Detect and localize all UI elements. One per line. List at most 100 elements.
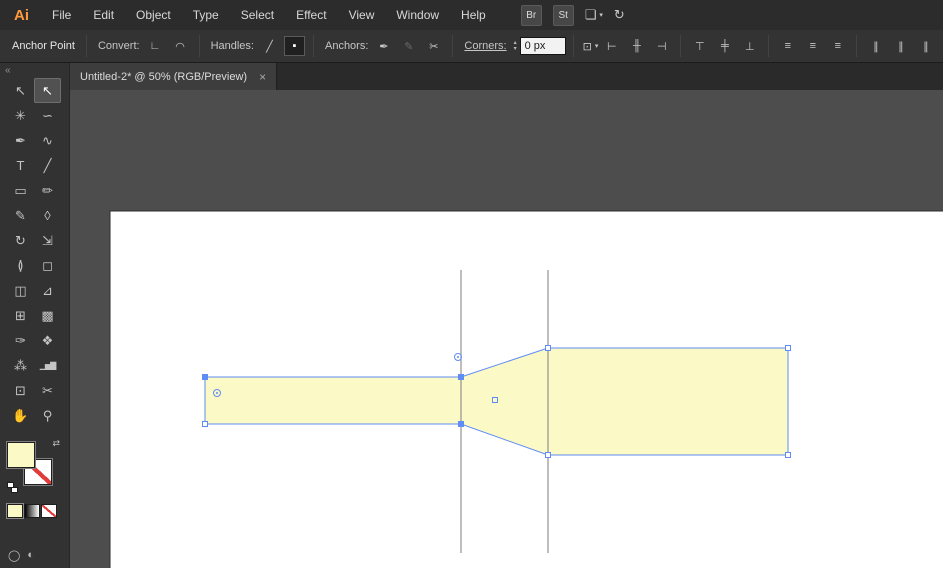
width-tool[interactable]: ≬	[7, 253, 34, 278]
anchor-point[interactable]	[545, 452, 551, 458]
convert-label: Convert:	[97, 40, 140, 52]
tools-grid: ↖ ↖ ✳ ∽ ✒ ∿ T ╱ ▭ ✏ ✎ ◊ ↻ ⇲ ≬ ◻ ◫ ⊿ ⊞ ▩ ✑ ❖ ⁂ ▁▅▇ ⊡ ✂ ✋ ⚲	[7, 78, 61, 428]
isolate-object-button[interactable]: ⊡ ▾	[582, 36, 600, 56]
anchors-label: Anchors:	[324, 40, 369, 52]
align-left-button[interactable]: ⊢	[601, 36, 622, 56]
pen-tool[interactable]: ✒	[7, 128, 34, 153]
close-icon[interactable]: ×	[259, 70, 266, 84]
menu-help[interactable]: Help	[450, 0, 497, 30]
magic-wand-tool[interactable]: ✳	[7, 103, 34, 128]
default-fill-stroke-icon[interactable]	[7, 482, 20, 494]
type-tool[interactable]: T	[7, 153, 34, 178]
align-top-button[interactable]: ⊤	[689, 36, 710, 56]
fill-swatch[interactable]	[7, 442, 35, 468]
workspace-switcher-button[interactable]: ❏ ▾	[585, 7, 603, 23]
align-right-button[interactable]: ⊣	[651, 36, 672, 56]
distribute-center-horizontal-button[interactable]: ∥	[890, 36, 911, 56]
perspective-grid-tool[interactable]: ⊿	[34, 278, 61, 303]
anchor-point[interactable]	[785, 452, 791, 458]
corners-stepper[interactable]: ▴ ▾	[514, 40, 517, 52]
menu-view[interactable]: View	[338, 0, 386, 30]
artboard-tool[interactable]: ⊡	[7, 378, 34, 403]
bridge-button[interactable]: Br	[520, 4, 542, 26]
distribute-center-vertical-button[interactable]: ≡	[802, 36, 823, 56]
rotate-tool[interactable]: ↻	[7, 228, 34, 253]
context-label: Anchor Point	[12, 40, 75, 52]
anchor-point[interactable]	[202, 374, 208, 380]
menu-object[interactable]: Object	[125, 0, 182, 30]
anchor-point[interactable]	[458, 374, 464, 380]
distribute-top-button[interactable]: ≡	[777, 36, 798, 56]
free-transform-tool[interactable]: ◻	[34, 253, 61, 278]
slice-tool[interactable]: ✂	[34, 378, 61, 403]
gradient-tool[interactable]: ▩	[34, 303, 61, 328]
curvature-tool[interactable]: ∿	[34, 128, 61, 153]
mesh-tool[interactable]: ⊞	[7, 303, 34, 328]
menu-file[interactable]: File	[41, 0, 82, 30]
separator	[572, 35, 574, 57]
anchor-point[interactable]	[458, 421, 464, 427]
remove-anchor-button[interactable]: ✒	[373, 36, 394, 56]
menu-select[interactable]: Select	[230, 0, 285, 30]
separator	[312, 35, 314, 57]
menu-bar: Ai File Edit Object Type Select Effect View Win…	[0, 0, 943, 30]
sync-icon[interactable]: ↻	[614, 7, 625, 23]
apply-color-buttons	[7, 504, 69, 518]
fill-stroke-control: ⇄	[7, 438, 61, 493]
distribute-right-button[interactable]: ∥	[915, 36, 936, 56]
blend-tool[interactable]: ❖	[34, 328, 61, 353]
canvas-area[interactable]	[70, 90, 943, 568]
anchor-point[interactable]	[785, 345, 791, 351]
anchor-point[interactable]	[202, 421, 208, 427]
hide-handles-button[interactable]: ▪	[283, 36, 305, 56]
align-center-horizontal-button[interactable]: ╫	[626, 36, 647, 56]
menu-type[interactable]: Type	[182, 0, 230, 30]
shaper-tool[interactable]: ✎	[7, 203, 34, 228]
selection-tool[interactable]: ↖	[7, 78, 34, 103]
apply-color-button[interactable]	[7, 504, 23, 518]
rectangle-tool[interactable]: ▭	[7, 178, 34, 203]
distribute-left-button[interactable]: ∥	[865, 36, 886, 56]
draw-normal-button[interactable]: ◯	[8, 549, 20, 562]
stock-button[interactable]: St	[552, 4, 574, 26]
corners-label[interactable]: Corners:	[464, 40, 506, 52]
swap-fill-stroke-icon[interactable]: ⇄	[52, 438, 60, 449]
align-group: ≡ ≡ ≡	[776, 36, 849, 56]
chevron-down-icon: ▾	[594, 43, 599, 50]
control-bar: Anchor Point Convert: ∟ ◠ Handles: ╱ ▪ Anc…	[0, 30, 943, 63]
separator	[198, 35, 200, 57]
column-graph-tool[interactable]: ▁▅▇	[34, 353, 61, 378]
convert-to-corner-button[interactable]: ∟	[145, 36, 166, 56]
eraser-tool[interactable]: ◊	[34, 203, 61, 228]
align-bottom-button[interactable]: ⊥	[739, 36, 760, 56]
direct-selection-tool[interactable]: ↖	[34, 78, 61, 103]
document-area: Untitled-2* @ 50% (RGB/Preview) ×	[70, 63, 943, 568]
menu-edit[interactable]: Edit	[82, 0, 125, 30]
line-segment-tool[interactable]: ╱	[34, 153, 61, 178]
zoom-tool[interactable]: ⚲	[34, 403, 61, 428]
screen-mode-button[interactable]: ◐	[27, 549, 34, 562]
separator	[768, 35, 770, 57]
menu-window[interactable]: Window	[385, 0, 450, 30]
cut-path-button[interactable]: ✂	[423, 36, 444, 56]
show-handles-button[interactable]: ╱	[259, 36, 280, 56]
connect-anchors-button[interactable]: ✎	[398, 36, 419, 56]
distribute-bottom-button[interactable]: ≡	[827, 36, 848, 56]
anchor-point[interactable]	[545, 345, 551, 351]
shape-builder-tool[interactable]: ◫	[7, 278, 34, 303]
scale-tool[interactable]: ⇲	[34, 228, 61, 253]
document-tab[interactable]: Untitled-2* @ 50% (RGB/Preview) ×	[70, 63, 278, 90]
paintbrush-tool[interactable]: ✏	[34, 178, 61, 203]
hand-tool[interactable]: ✋	[7, 403, 34, 428]
lasso-tool[interactable]: ∽	[34, 103, 61, 128]
stepper-down-icon[interactable]: ▾	[514, 46, 517, 52]
corners-input[interactable]	[519, 37, 566, 55]
apply-gradient-button[interactable]	[24, 504, 40, 518]
menu-effect[interactable]: Effect	[285, 0, 337, 30]
apply-none-button[interactable]	[41, 504, 57, 518]
eyedropper-tool[interactable]: ✑	[7, 328, 34, 353]
convert-to-smooth-button[interactable]: ◠	[170, 36, 191, 56]
collapse-panel-icon[interactable]: «	[0, 64, 69, 77]
align-middle-vertical-button[interactable]: ╪	[714, 36, 735, 56]
symbol-sprayer-tool[interactable]: ⁂	[7, 353, 34, 378]
